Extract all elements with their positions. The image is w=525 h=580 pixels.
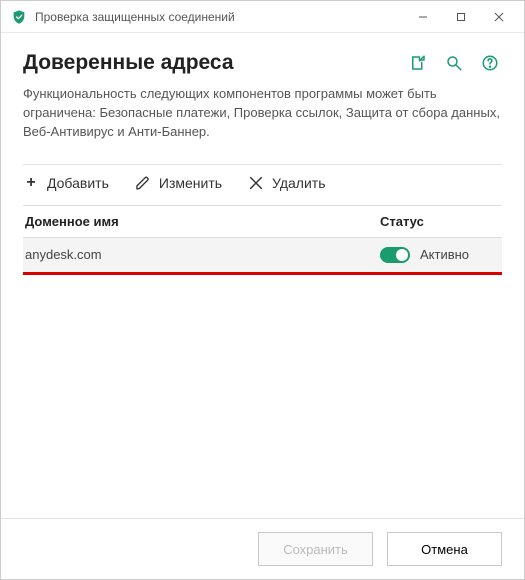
description-text: Функциональность следующих компонентов п… [23,85,502,142]
edit-label: Изменить [159,175,222,191]
col-domain-header: Доменное имя [25,214,380,229]
window-title: Проверка защищенных соединений [35,10,404,24]
delete-button[interactable]: Удалить [248,175,325,191]
minimize-button[interactable] [404,2,442,32]
page-title: Доверенные адреса [23,51,394,75]
table-header: Доменное имя Статус [23,205,502,238]
add-label: Добавить [47,175,109,191]
cancel-button[interactable]: Отмена [387,532,502,566]
col-status-header: Статус [380,214,500,229]
plus-icon: + [23,175,39,191]
status-toggle[interactable] [380,247,410,263]
table-row[interactable]: anydesk.com Активно [23,238,502,272]
divider [23,164,502,165]
status-cell: Активно [420,247,469,262]
delete-label: Удалить [272,175,325,191]
export-icon[interactable] [406,51,430,75]
titlebar: Проверка защищенных соединений [1,1,524,33]
maximize-button[interactable] [442,2,480,32]
x-icon [248,175,264,191]
help-icon[interactable] [478,51,502,75]
footer: Сохранить Отмена [1,518,524,579]
save-button: Сохранить [258,532,373,566]
add-button[interactable]: + Добавить [23,175,109,191]
toolbar: + Добавить Изменить Удалить [23,175,502,191]
app-shield-icon [11,9,27,25]
close-button[interactable] [480,2,518,32]
domain-cell: anydesk.com [25,247,380,262]
pencil-icon [135,175,151,191]
edit-button[interactable]: Изменить [135,175,222,191]
search-icon[interactable] [442,51,466,75]
